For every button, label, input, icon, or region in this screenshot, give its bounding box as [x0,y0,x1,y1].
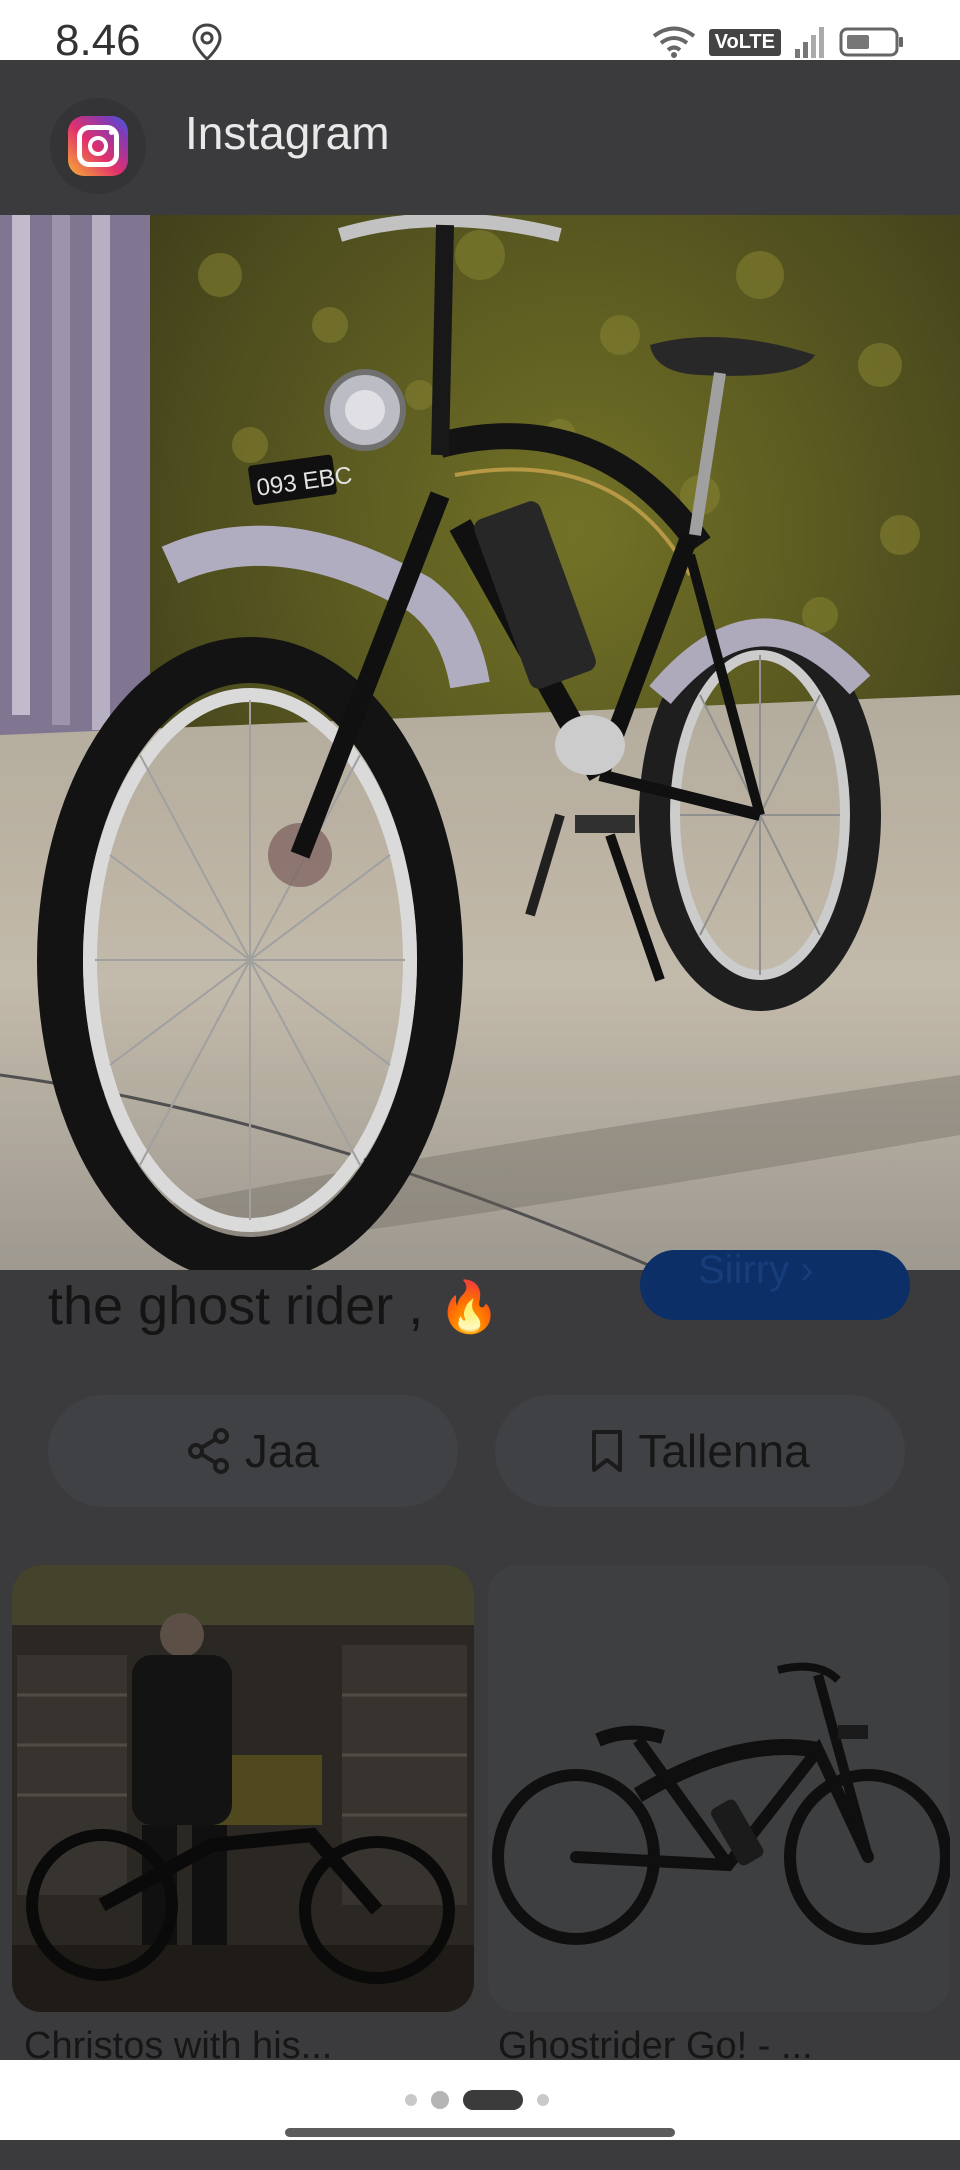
battery-icon [839,27,903,57]
save-label: Tallenna [638,1425,810,1477]
page-dot [405,2094,417,2106]
status-bar: 8.46 VoLTE [0,0,960,65]
signal-icon [795,27,824,58]
save-button[interactable]: Tallenna [495,1395,905,1507]
page-dot [431,2091,449,2109]
fire-emoji: 🔥 [438,1279,501,1335]
page-dot-active [463,2090,523,2110]
share-button[interactable]: Jaa [48,1395,458,1507]
share-icon [187,1428,229,1474]
wifi-icon [652,26,695,58]
shop-photo [12,1565,474,2012]
location-icon [192,23,222,62]
home-indicator[interactable] [285,2128,675,2137]
page-indicator [405,2090,549,2110]
bicycle-photo: 093 EBC [0,215,960,1270]
status-time: 8.46 [55,16,141,65]
bookmark-icon [592,1430,623,1472]
instagram-logo-icon [68,116,128,176]
main-image[interactable]: 093 EBC [0,215,960,1270]
bike-product-photo [488,1565,950,2012]
status-icons: VoLTE [651,22,905,62]
share-label: Jaa [244,1425,320,1477]
volte-badge: VoLTE [708,28,781,56]
visit-button[interactable]: Siirry › [640,1248,910,1320]
visit-button-label: Siirry › [698,1248,814,1292]
app-header: Instagram [0,60,960,215]
post-caption: the ghost rider , 🔥 [48,1275,501,1337]
related-image-2[interactable] [488,1565,950,2012]
caption-text: the ghost rider , [48,1276,424,1336]
page-dot [537,2094,549,2106]
app-icon-container[interactable] [50,98,146,194]
app-title[interactable]: Instagram [185,106,390,160]
related-image-1[interactable] [12,1565,474,2012]
